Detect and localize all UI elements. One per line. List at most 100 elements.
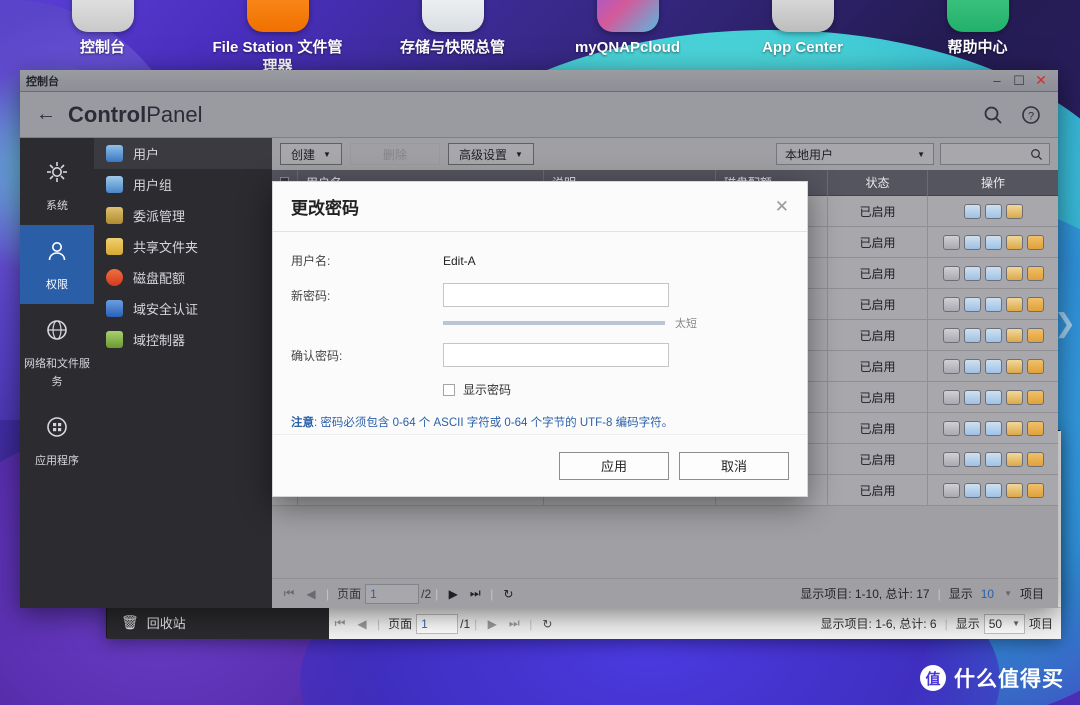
desktop-app-storage[interactable]: 存储与快照总管 xyxy=(388,0,518,76)
grid-icon[interactable] xyxy=(1026,265,1044,281)
desktop-app-help-center[interactable]: 帮助中心 xyxy=(913,0,1043,76)
rail-item-applications[interactable]: 应用程序 xyxy=(20,401,94,480)
refresh-icon[interactable]: ↻ xyxy=(497,587,519,601)
search-icon[interactable] xyxy=(982,104,1004,126)
page-number-input[interactable] xyxy=(416,613,459,634)
first-page-icon[interactable]: ⏮ xyxy=(329,616,351,631)
nav-item-users[interactable]: 用户 xyxy=(94,138,272,169)
mic-icon[interactable] xyxy=(942,451,960,467)
delete-button[interactable]: 删除 xyxy=(349,143,440,165)
edit-icon[interactable] xyxy=(963,327,981,343)
next-page-icon[interactable]: ▶ xyxy=(442,587,464,601)
group-icon[interactable] xyxy=(984,265,1002,281)
grid-icon[interactable] xyxy=(1026,482,1044,498)
group-icon[interactable] xyxy=(984,296,1002,312)
nav-item-shared-folders[interactable]: 共享文件夹 xyxy=(94,231,272,262)
last-page-icon[interactable]: ⏭ xyxy=(503,616,525,631)
grid-icon[interactable] xyxy=(1026,358,1044,374)
last-page-icon[interactable]: ⏭ xyxy=(464,586,486,601)
desktop-app-myqnapcloud[interactable]: myQNAPcloud xyxy=(563,0,693,76)
group-icon[interactable] xyxy=(984,234,1002,250)
mic-icon[interactable] xyxy=(942,358,960,374)
search-input[interactable] xyxy=(940,143,1050,165)
mic-icon[interactable] xyxy=(942,296,960,312)
edit-icon[interactable] xyxy=(963,203,981,219)
show-password-row[interactable]: 显示密码 xyxy=(443,381,789,398)
edit-icon[interactable] xyxy=(963,389,981,405)
new-password-input[interactable] xyxy=(443,283,669,307)
group-icon[interactable] xyxy=(984,203,1002,219)
minimize-icon[interactable]: – xyxy=(986,72,1008,90)
folder-icon[interactable] xyxy=(1005,234,1023,250)
group-icon[interactable] xyxy=(984,420,1002,436)
folder-icon[interactable] xyxy=(1005,296,1023,312)
arrow-left-icon[interactable]: ← xyxy=(36,103,56,126)
checkbox-icon[interactable] xyxy=(443,383,455,396)
first-page-icon[interactable]: ⏮ xyxy=(278,586,300,601)
mic-icon[interactable] xyxy=(942,234,960,250)
group-icon[interactable] xyxy=(984,327,1002,343)
nav-item-user-groups[interactable]: 用户组 xyxy=(94,169,272,200)
group-icon[interactable] xyxy=(984,451,1002,467)
edit-icon[interactable] xyxy=(963,420,981,436)
edit-icon[interactable] xyxy=(963,451,981,467)
folder-icon[interactable] xyxy=(1005,451,1023,467)
prev-page-icon[interactable]: ◀ xyxy=(300,587,322,601)
edit-icon[interactable] xyxy=(963,296,981,312)
page-size-select[interactable]: 50 ▼ xyxy=(983,613,1025,634)
edit-icon[interactable] xyxy=(963,358,981,374)
nav-item-domain-security[interactable]: 域安全认证 xyxy=(94,293,272,324)
rail-item-privilege[interactable]: 权限 xyxy=(20,225,94,304)
sidebar-item-recycle-bin[interactable]: 🗑 回收站 xyxy=(121,613,186,632)
grid-icon[interactable] xyxy=(1026,234,1044,250)
create-button[interactable]: 创建 ▼ xyxy=(280,143,342,165)
folder-icon[interactable] xyxy=(1005,265,1023,281)
desktop-app-file-station[interactable]: File Station 文件管理器 xyxy=(213,0,343,76)
prev-page-icon[interactable]: ◀ xyxy=(351,617,373,631)
rail-item-network[interactable]: 网络和文件服务 xyxy=(20,304,94,401)
close-icon[interactable]: ✕ xyxy=(775,197,789,217)
confirm-password-input[interactable] xyxy=(443,343,669,367)
folder-icon[interactable] xyxy=(1005,358,1023,374)
group-icon[interactable] xyxy=(984,482,1002,498)
mic-icon[interactable] xyxy=(942,420,960,436)
edit-icon[interactable] xyxy=(963,265,981,281)
rail-item-system[interactable]: 系统 xyxy=(20,146,94,225)
page-size-select[interactable]: 10 ▼ xyxy=(976,583,1016,604)
nav-item-domain-controller[interactable]: 域控制器 xyxy=(94,324,272,355)
grid-icon[interactable] xyxy=(1026,327,1044,343)
cancel-button[interactable]: 取消 xyxy=(679,451,789,480)
help-circle-icon[interactable]: ? xyxy=(1020,104,1042,126)
refresh-icon[interactable]: ↻ xyxy=(536,617,558,631)
grid-icon[interactable] xyxy=(1026,451,1044,467)
grid-icon[interactable] xyxy=(1026,296,1044,312)
column-header-action[interactable]: 操作 xyxy=(928,170,1058,196)
next-page-icon[interactable]: ▶ xyxy=(481,617,503,631)
folder-icon[interactable] xyxy=(1005,203,1023,219)
advanced-settings-button[interactable]: 高级设置 ▼ xyxy=(447,143,534,165)
group-icon[interactable] xyxy=(984,389,1002,405)
nav-item-disk-quota[interactable]: 磁盘配额 xyxy=(94,262,272,293)
folder-icon[interactable] xyxy=(1005,389,1023,405)
page-number-input[interactable] xyxy=(365,583,420,604)
mic-icon[interactable] xyxy=(942,265,960,281)
column-header-status[interactable]: 状态 xyxy=(828,169,928,196)
folder-icon[interactable] xyxy=(1005,327,1023,343)
nav-item-delegation[interactable]: 委派管理 xyxy=(94,200,272,231)
mic-icon[interactable] xyxy=(942,389,960,405)
folder-icon[interactable] xyxy=(1005,420,1023,436)
desktop-app-app-center[interactable]: App Center xyxy=(738,0,868,76)
grid-icon[interactable] xyxy=(1026,420,1044,436)
desktop-app-console[interactable]: 控制台 xyxy=(38,0,168,76)
edit-icon[interactable] xyxy=(963,482,981,498)
close-icon[interactable]: ✕ xyxy=(1030,72,1052,90)
folder-icon[interactable] xyxy=(1005,482,1023,498)
grid-icon[interactable] xyxy=(1026,389,1044,405)
mic-icon[interactable] xyxy=(942,327,960,343)
apply-button[interactable]: 应用 xyxy=(559,451,669,480)
edit-icon[interactable] xyxy=(963,234,981,250)
user-type-select[interactable]: 本地用户 ▼ xyxy=(776,143,934,165)
maximize-icon[interactable]: ☐ xyxy=(1008,72,1030,90)
group-icon[interactable] xyxy=(984,358,1002,374)
mic-icon[interactable] xyxy=(942,482,960,498)
